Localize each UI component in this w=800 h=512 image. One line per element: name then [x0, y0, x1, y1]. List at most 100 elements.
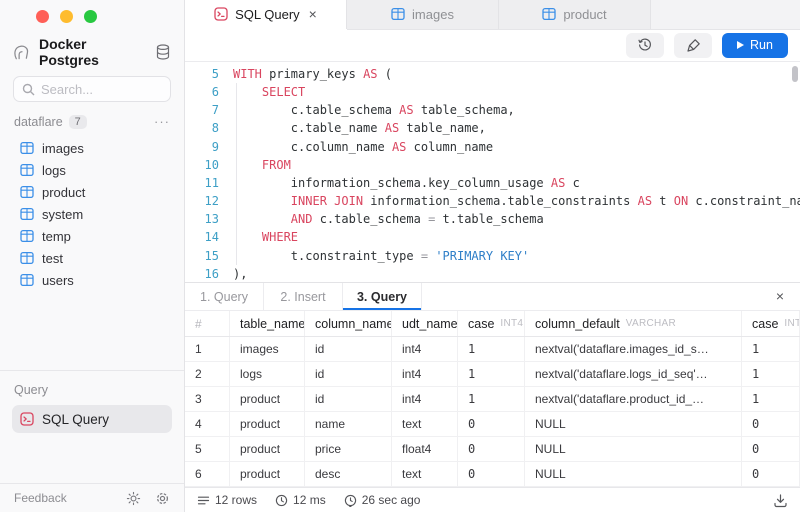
- code-line: 13 AND c.table_schema = t.table_schema: [185, 210, 800, 228]
- cell: 5: [185, 437, 230, 461]
- sidebar-item-label: system: [42, 207, 83, 222]
- query-history-button[interactable]: [626, 33, 664, 58]
- cell: id: [305, 387, 392, 411]
- database-icon[interactable]: [156, 44, 170, 60]
- results-status-bar: 12 rows 12 ms 26 s: [185, 487, 800, 512]
- tab-bar: SQL Query×imagesproduct: [185, 0, 800, 30]
- results-header-row: #table_name…column_name…udt_name… case INT…: [185, 311, 800, 337]
- rows-icon: [197, 494, 210, 507]
- zoom-window-button[interactable]: [84, 10, 97, 23]
- sidebar-item-logs[interactable]: logs: [0, 159, 184, 181]
- code-text: c.table_schema AS table_schema,: [233, 101, 515, 119]
- minimize-window-button[interactable]: [60, 10, 73, 23]
- column-header-column-name[interactable]: column_name…: [305, 311, 392, 336]
- results-tab-2-insert[interactable]: 2. Insert: [264, 283, 343, 310]
- sidebar-item-temp[interactable]: temp: [0, 225, 184, 247]
- tab-product[interactable]: product: [499, 0, 651, 29]
- sidebar-item-label: logs: [42, 163, 66, 178]
- cell: images: [230, 337, 305, 361]
- cell: 1: [458, 337, 525, 361]
- code-text: WHERE: [233, 228, 298, 246]
- results-body: 1imagesidint41nextval('dataflare.images_…: [185, 337, 800, 487]
- code-text: c.column_name AS column_name: [233, 138, 493, 156]
- export-download-icon[interactable]: [773, 493, 788, 508]
- cell: logs: [230, 362, 305, 386]
- sidebar-item-images[interactable]: images: [0, 137, 184, 159]
- search-input[interactable]: [41, 82, 162, 97]
- run-button[interactable]: Run: [722, 33, 788, 58]
- column-header-case[interactable]: case INT4: [458, 311, 525, 336]
- code-text: ),: [233, 265, 247, 282]
- line-number: 8: [185, 119, 219, 137]
- schema-row[interactable]: dataflare 7 ···: [0, 106, 184, 133]
- column-name: case: [468, 317, 494, 331]
- table-row[interactable]: 2logsidint41nextval('dataflare.logs_id_s…: [185, 362, 800, 387]
- column-header-udt-name[interactable]: udt_name…: [392, 311, 458, 336]
- column-header-column-default[interactable]: column_defaultVARCHAR: [525, 311, 742, 336]
- cell: 6: [185, 462, 230, 486]
- column-header-table-name[interactable]: table_name…: [230, 311, 305, 336]
- cell: product: [230, 387, 305, 411]
- sidebar-item-product[interactable]: product: [0, 181, 184, 203]
- code-line: 10 FROM: [185, 156, 800, 174]
- cell: 0: [742, 462, 800, 486]
- code-text: AND c.table_schema = t.table_schema: [233, 210, 544, 228]
- column-header-index[interactable]: #: [185, 311, 230, 336]
- time-ago-icon: [344, 494, 357, 507]
- sql-editor[interactable]: 5WITH primary_keys AS (6 SELECT7 c.table…: [185, 62, 800, 282]
- history-icon: [637, 37, 653, 53]
- close-results-icon[interactable]: ×: [776, 288, 784, 304]
- line-number: 11: [185, 174, 219, 192]
- cell: 1: [185, 337, 230, 361]
- code-line: 14 WHERE: [185, 228, 800, 246]
- brush-icon: [686, 38, 701, 53]
- editor-toolbar: Run: [185, 30, 800, 62]
- results-tab-bar: 1. Query2. Insert3. Query ×: [185, 283, 800, 311]
- cell: 0: [458, 437, 525, 461]
- sidebar-item-label: users: [42, 273, 74, 288]
- window-controls: [0, 0, 184, 30]
- table-row[interactable]: 3productidint41nextval('dataflare.produc…: [185, 387, 800, 412]
- settings-gear-icon[interactable]: [155, 491, 170, 506]
- cell: NULL: [525, 462, 742, 486]
- results-tab-1-query[interactable]: 1. Query: [185, 283, 264, 310]
- sidebar-item-users[interactable]: users: [0, 269, 184, 291]
- cell: id: [305, 362, 392, 386]
- app-window: Docker Postgres dataflare 7 ··· ima: [0, 0, 800, 512]
- sql-console-icon: [214, 7, 228, 21]
- table-row[interactable]: 4productnametext0NULL0: [185, 412, 800, 437]
- column-header-case[interactable]: caseINT4: [742, 311, 800, 336]
- table-icon: [542, 7, 556, 21]
- code-line: 5WITH primary_keys AS (: [185, 65, 800, 83]
- close-window-button[interactable]: [36, 10, 49, 23]
- table-row[interactable]: 1imagesidint41nextval('dataflare.images_…: [185, 337, 800, 362]
- cell: 1: [742, 387, 800, 411]
- sidebar-item-test[interactable]: test: [0, 247, 184, 269]
- sidebar-item-sql-query[interactable]: SQL Query: [12, 405, 172, 433]
- editor-scrollbar[interactable]: [792, 66, 798, 82]
- table-icon: [20, 185, 34, 199]
- column-name: table_name: [240, 317, 305, 331]
- table-icon: [20, 207, 34, 221]
- results-tab-3-query[interactable]: 3. Query: [343, 283, 422, 310]
- format-sql-button[interactable]: [674, 33, 712, 58]
- sidebar-item-system[interactable]: system: [0, 203, 184, 225]
- tab-sql-query[interactable]: SQL Query×: [185, 0, 347, 29]
- indent-guide: [236, 83, 237, 265]
- cell: id: [305, 337, 392, 361]
- cell: 1: [742, 337, 800, 361]
- table-row[interactable]: 6productdesctext0NULL0: [185, 462, 800, 487]
- schema-more-icon[interactable]: ···: [154, 114, 170, 129]
- column-type: INT4: [500, 318, 523, 329]
- feedback-link[interactable]: Feedback: [14, 491, 112, 505]
- table-icon: [20, 163, 34, 177]
- close-tab-icon[interactable]: ×: [309, 6, 317, 22]
- schema-name: dataflare: [14, 115, 63, 129]
- cell: product: [230, 462, 305, 486]
- table-row[interactable]: 5productpricefloat40NULL0: [185, 437, 800, 462]
- tab-images[interactable]: images: [347, 0, 499, 29]
- search-box[interactable]: [13, 76, 171, 102]
- code-line: 9 c.column_name AS column_name: [185, 138, 800, 156]
- theme-toggle-icon[interactable]: [126, 491, 141, 506]
- code-line: 7 c.table_schema AS table_schema,: [185, 101, 800, 119]
